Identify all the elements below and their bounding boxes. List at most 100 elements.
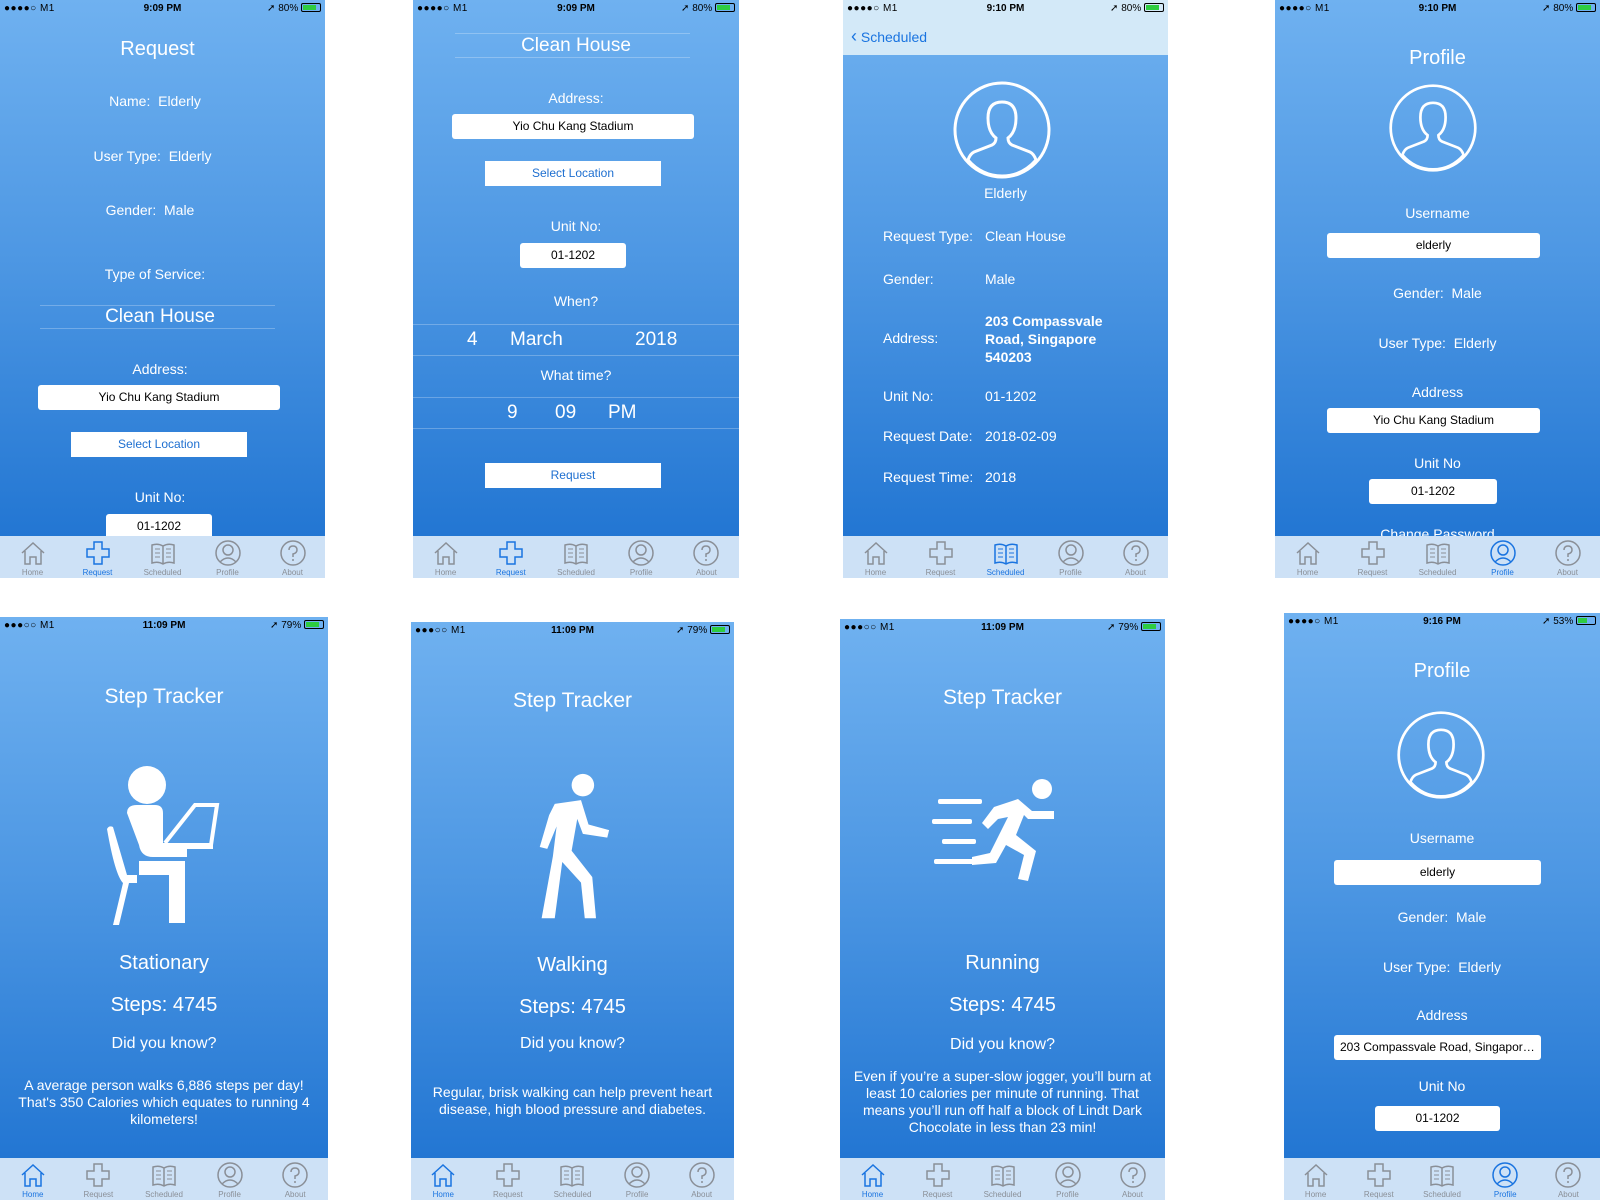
tab-label: Scheduled xyxy=(1418,568,1457,577)
tab-scheduled[interactable]: Scheduled xyxy=(131,1158,197,1200)
tab-request[interactable]: Request xyxy=(1347,1158,1410,1200)
tab-request[interactable]: Request xyxy=(65,536,130,578)
unit-field[interactable]: 01-1202 xyxy=(1375,1106,1500,1131)
tab-about[interactable]: About xyxy=(1535,536,1600,578)
tab-profile[interactable]: Profile xyxy=(1474,1158,1537,1200)
tab-label: About xyxy=(1125,568,1146,577)
tab-home[interactable]: Home xyxy=(840,1158,905,1200)
tab-request[interactable]: Request xyxy=(905,1158,970,1200)
tab-label: Scheduled xyxy=(986,568,1025,577)
address-field[interactable]: 203 Compassvale Road, Singapore 540203 xyxy=(1334,1035,1541,1060)
tab-label: Profile xyxy=(218,1190,241,1199)
tab-about[interactable]: About xyxy=(674,536,739,578)
tab-profile[interactable]: Profile xyxy=(195,536,260,578)
select-location-button[interactable]: Select Location xyxy=(71,432,247,457)
tab-home[interactable]: Home xyxy=(1284,1158,1347,1200)
battery-icon xyxy=(1144,3,1164,12)
tab-profile[interactable]: Profile xyxy=(1035,1158,1100,1200)
did-you-know-heading: Did you know? xyxy=(520,1035,625,1052)
book-icon xyxy=(152,1165,176,1187)
gender-label: Gender: xyxy=(105,202,157,218)
tab-scheduled[interactable]: Scheduled xyxy=(540,1158,605,1200)
request-time-value: 2018 xyxy=(985,469,1017,485)
unit-field[interactable]: 01-1202 xyxy=(1369,479,1497,504)
status-bar: ●●●○○ M1 11:09 PM ➚ 79% xyxy=(840,619,1165,637)
tab-home[interactable]: Home xyxy=(413,536,478,578)
picker-line xyxy=(413,324,739,325)
hour-wheel[interactable]: 9 xyxy=(507,402,518,424)
gender-label: Gender: xyxy=(1397,909,1449,925)
tab-profile[interactable]: Profile xyxy=(1038,536,1103,578)
year-wheel[interactable]: 2018 xyxy=(635,329,677,351)
picker-line xyxy=(40,328,275,329)
tab-profile[interactable]: Profile xyxy=(609,536,674,578)
select-location-button[interactable]: Select Location xyxy=(485,161,661,186)
tab-scheduled[interactable]: Scheduled xyxy=(973,536,1038,578)
date-picker[interactable]: 4 March 2018 xyxy=(413,329,739,351)
screen-profile: ●●●●○ M1 9:10 PM ➚ 80% Profile Username … xyxy=(1275,0,1600,578)
home-icon xyxy=(20,541,45,565)
tab-request[interactable]: Request xyxy=(476,1158,541,1200)
tab-home[interactable]: Home xyxy=(411,1158,476,1200)
tab-label: About xyxy=(1122,1190,1143,1199)
avatar xyxy=(1396,710,1486,800)
home-icon xyxy=(1304,1163,1328,1187)
tab-home[interactable]: Home xyxy=(843,536,908,578)
tab-scheduled[interactable]: Scheduled xyxy=(130,536,195,578)
address-label: Address xyxy=(1416,1007,1468,1023)
tab-scheduled[interactable]: Scheduled xyxy=(543,536,608,578)
address-field[interactable]: Yio Chu Kang Stadium xyxy=(452,114,694,139)
address-label: Address: xyxy=(548,90,604,106)
user-name: Elderly xyxy=(984,185,1027,201)
picker-line xyxy=(413,428,739,429)
tab-about[interactable]: About xyxy=(1103,536,1168,578)
unit-label: Unit No xyxy=(1414,455,1461,471)
time-picker[interactable]: 9 09 PM xyxy=(413,402,739,424)
user-icon xyxy=(1389,84,1477,172)
month-wheel[interactable]: March xyxy=(510,329,563,351)
tab-profile[interactable]: Profile xyxy=(197,1158,263,1200)
service-picker[interactable]: Clean House xyxy=(413,35,739,57)
tab-home[interactable]: Home xyxy=(0,1158,66,1200)
tab-label: Home xyxy=(1304,1190,1327,1199)
location-arrow-icon: ➚ xyxy=(270,620,279,631)
tab-request[interactable]: Request xyxy=(478,536,543,578)
tab-label: About xyxy=(691,1190,713,1199)
username-field[interactable]: elderly xyxy=(1334,860,1541,885)
tab-about[interactable]: About xyxy=(1100,1158,1165,1200)
question-icon xyxy=(279,540,306,566)
tab-request[interactable]: Request xyxy=(908,536,973,578)
tab-request[interactable]: Request xyxy=(1340,536,1405,578)
tab-request[interactable]: Request xyxy=(66,1158,132,1200)
tab-about[interactable]: About xyxy=(1537,1158,1600,1200)
tab-scheduled[interactable]: Scheduled xyxy=(1410,1158,1473,1200)
tab-label: Profile xyxy=(1493,1190,1517,1199)
tab-about[interactable]: About xyxy=(669,1158,734,1200)
username-field[interactable]: elderly xyxy=(1327,233,1540,258)
tab-bar: Home Request Scheduled Profile About xyxy=(1275,536,1600,578)
tab-scheduled[interactable]: Scheduled xyxy=(970,1158,1035,1200)
service-picker[interactable]: Clean House xyxy=(0,306,325,328)
fact-text: A average person walks 6,886 steps per d… xyxy=(18,1077,310,1127)
tab-home[interactable]: Home xyxy=(0,536,65,578)
tab-label: Request xyxy=(82,568,113,577)
request-button[interactable]: Request xyxy=(485,463,661,488)
ampm-wheel[interactable]: PM xyxy=(608,402,637,424)
usertype-value: Elderly xyxy=(1453,335,1497,351)
back-button[interactable]: ‹ Scheduled xyxy=(851,26,927,47)
tab-label: About xyxy=(1557,568,1578,577)
address-field[interactable]: Yio Chu Kang Stadium xyxy=(38,385,280,410)
tab-profile[interactable]: Profile xyxy=(1470,536,1535,578)
screen-scheduled-detail: ●●●●○ M1 9:10 PM ➚ 80% ‹ Scheduled Elder… xyxy=(843,0,1168,578)
tab-scheduled[interactable]: Scheduled xyxy=(1405,536,1470,578)
tab-home[interactable]: Home xyxy=(1275,536,1340,578)
unit-field[interactable]: 01-1202 xyxy=(520,243,626,268)
tab-profile[interactable]: Profile xyxy=(605,1158,670,1200)
day-wheel[interactable]: 4 xyxy=(467,329,478,351)
name-value: Elderly xyxy=(158,93,201,109)
address-field[interactable]: Yio Chu Kang Stadium xyxy=(1327,408,1540,433)
chevron-left-icon: ‹ xyxy=(851,26,857,46)
minute-wheel[interactable]: 09 xyxy=(555,402,576,424)
tab-about[interactable]: About xyxy=(260,536,325,578)
tab-about[interactable]: About xyxy=(262,1158,328,1200)
